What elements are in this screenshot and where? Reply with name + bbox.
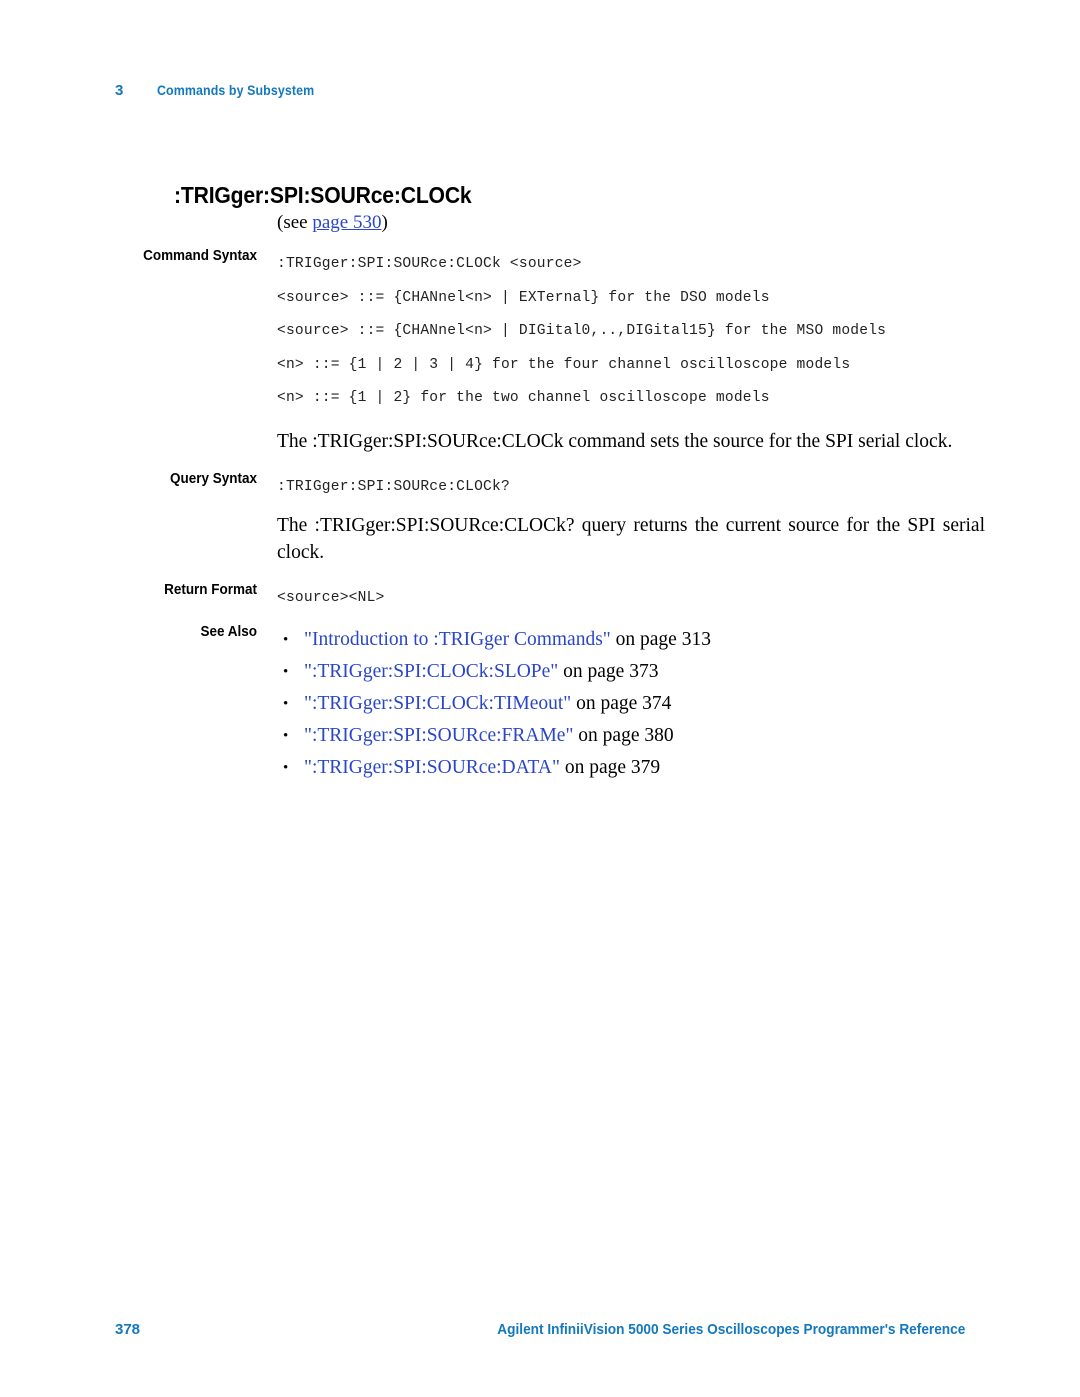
bullet-icon: • — [283, 663, 289, 680]
query-description-row: The :TRIGger:SPI:SOURce:CLOCk? query ret… — [0, 512, 1080, 566]
return-format-line: <source><NL> — [277, 590, 385, 606]
see-also-link[interactable]: ":TRIGger:SPI:CLOCk:TIMeout" — [304, 693, 571, 714]
command-syntax-label: Command Syntax — [143, 248, 257, 264]
running-header: 3 Commands by Subsystem — [115, 82, 328, 99]
bullet-icon: • — [283, 759, 289, 776]
see-also-link[interactable]: "Introduction to :TRIGger Commands" — [304, 629, 611, 650]
page-title: :TRIGger:SPI:SOURce:CLOCk — [174, 181, 472, 208]
list-item[interactable]: • ":TRIGger:SPI:CLOCk:TIMeout" on page 37… — [277, 688, 985, 720]
query-description: The :TRIGger:SPI:SOURce:CLOCk? query ret… — [277, 515, 985, 563]
chapter-number: 3 — [115, 82, 124, 99]
see-page-reference: (see page 530) — [277, 210, 985, 236]
bullet-icon: • — [283, 631, 289, 648]
return-format-label: Return Format — [164, 582, 257, 598]
footer-document-title: Agilent InfiniiVision 5000 Series Oscill… — [496, 1321, 965, 1338]
list-item[interactable]: • ":TRIGger:SPI:SOURce:FRAMe" on page 380 — [277, 720, 985, 752]
command-syntax-row: Command Syntax :TRIGger:SPI:SOURce:CLOCk… — [0, 248, 1080, 416]
see-also-link[interactable]: ":TRIGger:SPI:SOURce:FRAMe" — [304, 725, 573, 746]
see-also-page: on page 374 — [571, 692, 672, 714]
command-syntax-line-1: :TRIGger:SPI:SOURce:CLOCk <source> — [277, 256, 582, 272]
command-description: The :TRIGger:SPI:SOURce:CLOCk command se… — [277, 430, 953, 452]
main-content: (see page 530) Command Syntax :TRIGger:S… — [0, 210, 1080, 784]
see-also-page: on page 373 — [558, 660, 659, 682]
footer-page-number: 378 — [115, 1321, 141, 1338]
bullet-icon: • — [283, 727, 289, 744]
chapter-title: Commands by Subsystem — [157, 83, 315, 98]
bullet-icon: • — [283, 695, 289, 712]
see-prefix: (see — [277, 212, 313, 233]
query-syntax-label: Query Syntax — [170, 470, 257, 487]
command-syntax-line-4: <n> ::= {1 | 2 | 3 | 4} for the four cha… — [277, 356, 851, 373]
command-syntax-line-2: <source> ::= {CHANnel<n> | EXTernal} for… — [277, 289, 770, 306]
command-syntax-line-3: <source> ::= {CHANnel<n> | DIGital0,..,D… — [277, 323, 887, 339]
command-description-row: The :TRIGger:SPI:SOURce:CLOCk command se… — [0, 428, 1080, 455]
page-footer: 378 Agilent InfiniiVision 5000 Series Os… — [115, 1321, 965, 1338]
see-page-link[interactable]: page 530 — [312, 212, 381, 233]
list-item[interactable]: • ":TRIGger:SPI:SOURce:DATA" on page 379 — [277, 752, 985, 784]
see-also-link[interactable]: ":TRIGger:SPI:CLOCk:SLOPe" — [304, 661, 558, 682]
see-page-row: (see page 530) — [0, 210, 1080, 236]
see-also-label: See Also — [200, 623, 257, 640]
see-also-page: on page 380 — [573, 724, 674, 746]
query-syntax-row: Query Syntax :TRIGger:SPI:SOURce:CLOCk? — [0, 471, 1080, 505]
see-also-link[interactable]: ":TRIGger:SPI:SOURce:DATA" — [304, 757, 560, 778]
see-also-row: See Also • "Introduction to :TRIGger Comm… — [0, 624, 1080, 784]
see-also-page: on page 379 — [559, 756, 661, 778]
see-suffix: ) — [381, 212, 388, 233]
query-syntax-line: :TRIGger:SPI:SOURce:CLOCk? — [277, 478, 510, 495]
list-item[interactable]: • ":TRIGger:SPI:CLOCk:SLOPe" on page 373 — [277, 656, 985, 688]
list-item[interactable]: • "Introduction to :TRIGger Commands" on … — [277, 624, 985, 656]
return-format-row: Return Format <source><NL> — [0, 582, 1080, 616]
see-also-list: • "Introduction to :TRIGger Commands" on … — [277, 624, 985, 784]
see-also-page: on page 313 — [610, 628, 711, 650]
command-syntax-line-5: <n> ::= {1 | 2} for the two channel osci… — [277, 390, 770, 406]
